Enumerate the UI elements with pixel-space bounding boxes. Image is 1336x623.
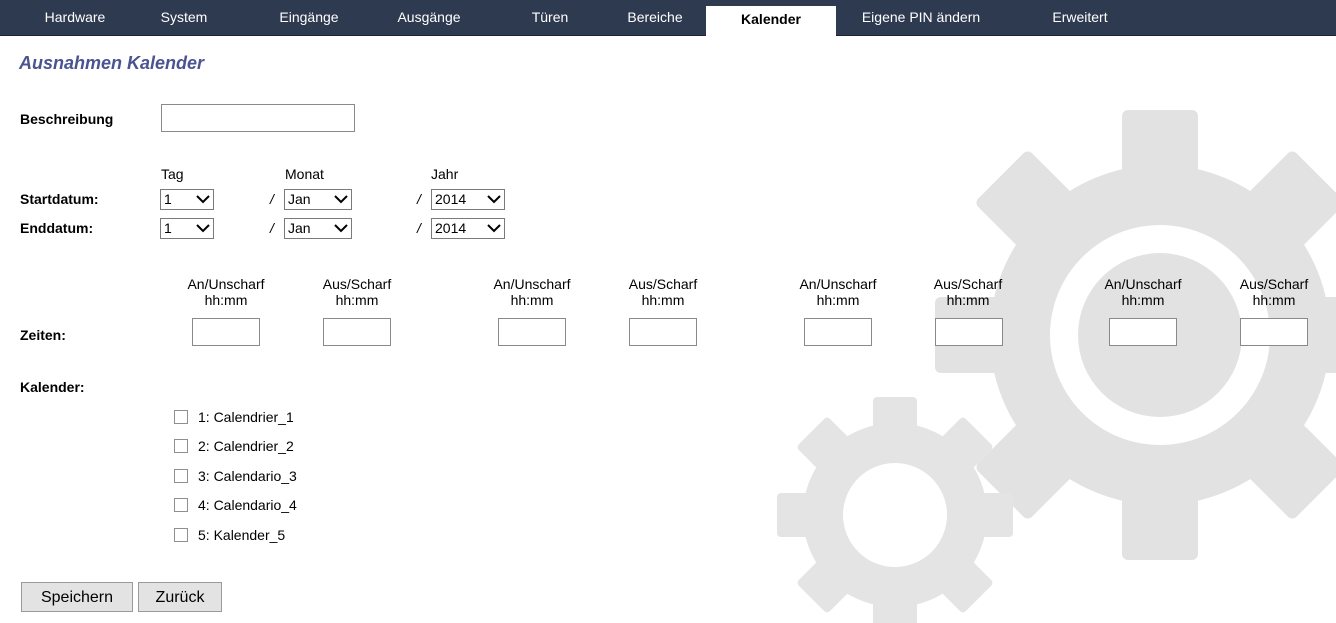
time-header-off-4: Aus/Scharf hh:mm [1224, 276, 1324, 308]
time-input-off-2[interactable] [629, 318, 697, 346]
chevron-down-icon [334, 195, 348, 204]
calendar-item-label: 3: Calendario_3 [198, 468, 297, 484]
tab-eingaenge[interactable]: Eingänge [254, 0, 364, 35]
chevron-down-icon [196, 224, 210, 233]
time-header-on-4: An/Unscharf hh:mm [1093, 276, 1193, 308]
tab-tueren[interactable]: Türen [500, 0, 600, 35]
tab-eigene-pin-aendern[interactable]: Eigene PIN ändern [846, 0, 996, 35]
end-date-label: Enddatum: [20, 220, 94, 236]
date-separator: / [417, 220, 421, 236]
start-day-select[interactable]: 1 [160, 189, 214, 210]
page-title: Ausnahmen Kalender [19, 53, 205, 73]
time-header-off-3: Aus/Scharf hh:mm [918, 276, 1018, 308]
time-header-format: hh:mm [946, 292, 990, 308]
time-header-format: hh:mm [1252, 292, 1296, 308]
end-day-value: 1 [164, 220, 172, 236]
time-input-off-3[interactable] [935, 318, 1003, 346]
time-header-title: An/Unscharf [1104, 276, 1182, 292]
start-year-select[interactable]: 2014 [431, 189, 505, 210]
tab-ausgaenge[interactable]: Ausgänge [374, 0, 484, 35]
time-header-format: hh:mm [816, 292, 860, 308]
month-column-header: Monat [285, 166, 324, 182]
time-header-title: Aus/Scharf [322, 276, 392, 292]
time-header-on-2: An/Unscharf hh:mm [482, 276, 582, 308]
time-header-off-2: Aus/Scharf hh:mm [613, 276, 713, 308]
calendar-item-label: 2: Calendrier_2 [198, 438, 294, 454]
tab-erweitert[interactable]: Erweitert [1030, 0, 1130, 35]
gear-icon [777, 397, 1013, 623]
calendars-label: Kalender: [20, 379, 85, 395]
tab-kalender[interactable]: Kalender [706, 6, 836, 36]
date-separator: / [270, 191, 274, 207]
date-separator: / [270, 220, 274, 236]
calendar-item-label: 5: Kalender_5 [198, 527, 286, 543]
time-header-off-1: Aus/Scharf hh:mm [307, 276, 407, 308]
description-label: Beschreibung [20, 111, 114, 127]
tab-system[interactable]: System [134, 0, 234, 35]
end-year-value: 2014 [435, 220, 467, 236]
time-header-format: hh:mm [1121, 292, 1165, 308]
time-header-title: An/Unscharf [799, 276, 877, 292]
time-header-title: An/Unscharf [187, 276, 265, 292]
description-input[interactable] [161, 104, 355, 132]
time-header-on-1: An/Unscharf hh:mm [176, 276, 276, 308]
chevron-down-icon [487, 224, 501, 233]
calendar-checkbox-2[interactable] [174, 439, 188, 453]
year-column-header: Jahr [431, 166, 459, 182]
time-header-on-3: An/Unscharf hh:mm [788, 276, 888, 308]
end-month-value: Jan [288, 220, 311, 236]
time-header-format: hh:mm [641, 292, 685, 308]
time-header-format: hh:mm [510, 292, 554, 308]
time-header-title: Aus/Scharf [1239, 276, 1309, 292]
time-header-format: hh:mm [204, 292, 248, 308]
chevron-down-icon [334, 224, 348, 233]
tab-hardware[interactable]: Hardware [20, 0, 130, 35]
save-button[interactable]: Speichern [21, 582, 133, 612]
time-header-title: Aus/Scharf [628, 276, 698, 292]
day-column-header: Tag [161, 166, 184, 182]
tab-bereiche[interactable]: Bereiche [600, 0, 710, 35]
time-input-on-4[interactable] [1109, 318, 1177, 346]
times-label: Zeiten: [20, 327, 66, 343]
time-input-off-4[interactable] [1240, 318, 1308, 346]
start-month-select[interactable]: Jan [284, 189, 352, 210]
start-day-value: 1 [164, 191, 172, 207]
time-header-title: An/Unscharf [493, 276, 571, 292]
start-year-value: 2014 [435, 191, 467, 207]
start-date-label: Startdatum: [20, 191, 99, 207]
time-input-on-3[interactable] [804, 318, 872, 346]
back-button[interactable]: Zurück [138, 582, 222, 612]
calendar-item-label: 4: Calendario_4 [198, 497, 297, 513]
time-input-on-1[interactable] [192, 318, 260, 346]
date-separator: / [417, 191, 421, 207]
time-input-off-1[interactable] [323, 318, 391, 346]
calendar-item-label: 1: Calendrier_1 [198, 409, 294, 425]
time-header-title: Aus/Scharf [933, 276, 1003, 292]
calendar-checkbox-3[interactable] [174, 469, 188, 483]
end-month-select[interactable]: Jan [284, 218, 352, 239]
time-input-on-2[interactable] [498, 318, 566, 346]
chevron-down-icon [196, 195, 210, 204]
calendar-checkbox-1[interactable] [174, 410, 188, 424]
end-day-select[interactable]: 1 [160, 218, 214, 239]
time-header-format: hh:mm [335, 292, 379, 308]
end-year-select[interactable]: 2014 [431, 218, 505, 239]
calendar-checkbox-5[interactable] [174, 528, 188, 542]
start-month-value: Jan [288, 191, 311, 207]
chevron-down-icon [487, 195, 501, 204]
calendar-checkbox-4[interactable] [174, 498, 188, 512]
top-navigation: Hardware System Eingänge Ausgänge Türen … [0, 0, 1336, 36]
